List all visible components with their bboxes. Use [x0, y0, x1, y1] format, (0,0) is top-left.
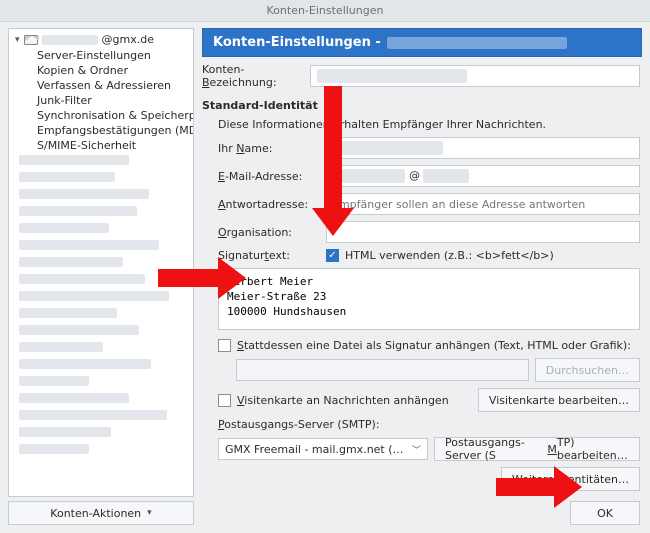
panel-title: Konten-Einstellungen - [213, 35, 381, 50]
row-reply-to: Antwortadresse: [202, 193, 640, 215]
account-name-redacted [42, 35, 98, 45]
sidebar-item-redacted [9, 289, 193, 306]
account-actions-label: Konten-Aktionen [50, 507, 141, 520]
account-actions-button[interactable]: Konten-Aktionen ▾ [8, 501, 194, 525]
edit-vcard-button[interactable]: Visitenkarte bearbeiten… [478, 388, 640, 412]
label-reply-to: Antwortadresse: [218, 198, 320, 211]
sidebar-item-smime[interactable]: S/MIME-Sicherheit [9, 138, 193, 153]
sidebar-item-redacted [9, 374, 193, 391]
select-smtp[interactable]: GMX Freemail - mail.gmx.net (Stand… ﹀ [218, 438, 428, 460]
sidebar-item-redacted [9, 204, 193, 221]
account-domain: @gmx.de [102, 33, 154, 46]
chevron-down-icon: ﹀ [412, 443, 421, 456]
panel-title-redacted [387, 37, 567, 49]
sidebar-item-junk[interactable]: Junk-Filter [9, 93, 193, 108]
row-organisation: Organisation: [202, 221, 640, 243]
ok-button[interactable]: OK [570, 501, 640, 525]
email-at: @ [409, 169, 420, 182]
row-email: E-Mail-Adresse: @ [202, 165, 640, 187]
row-smtp-label: Postausgangs-Server (SMTP): [202, 418, 640, 431]
row-file-signature: Stattdessen eine Datei als Signatur anhä… [202, 339, 640, 352]
row-account-name: Konten-Bezeichnung: [202, 63, 640, 89]
sidebar-item-redacted [9, 357, 193, 374]
sidebar-item-redacted [9, 170, 193, 187]
sidebar-item-redacted [9, 221, 193, 238]
label-vcard: Visitenkarte an Nachrichten anhängen [237, 394, 449, 407]
sidebar-item-compose[interactable]: Verfassen & Adressieren [9, 78, 193, 93]
row-signature-text: Signaturtext: ✓ HTML verwenden (z.B.: <b… [202, 249, 640, 262]
input-email[interactable]: @ [326, 165, 640, 187]
sidebar-item-redacted [9, 391, 193, 408]
checkbox-html-box[interactable]: ✓ [326, 249, 339, 262]
row-more-identities: Weitere Identitäten… [202, 467, 640, 491]
mail-icon [24, 35, 38, 45]
sidebar-item-redacted [9, 323, 193, 340]
browse-button: Durchsuchen… [535, 358, 640, 382]
checkbox-file-signature[interactable] [218, 339, 231, 352]
more-identities-button[interactable]: Weitere Identitäten… [501, 467, 640, 491]
window-body: ▾ @gmx.de Server-Einstellungen Kopien & … [0, 22, 650, 533]
row-smtp: GMX Freemail - mail.gmx.net (Stand… ﹀ Po… [202, 437, 640, 461]
sidebar-item-redacted [9, 442, 193, 459]
accounts-tree[interactable]: ▾ @gmx.de Server-Einstellungen Kopien & … [8, 28, 194, 497]
row-signature-area [202, 268, 640, 333]
label-smtp: Postausgangs-Server (SMTP): [218, 418, 380, 431]
window-title: Konten-Einstellungen [0, 0, 650, 22]
account-form: Konten-Bezeichnung: Standard-Identität D… [202, 63, 642, 525]
account-row[interactable]: ▾ @gmx.de [9, 31, 193, 48]
sidebar-item-server[interactable]: Server-Einstellungen [9, 48, 193, 63]
label-signature-text: Signaturtext: [218, 249, 320, 262]
label-email: E-Mail-Adresse: [218, 170, 320, 183]
sidebar-item-sync[interactable]: Synchronisation & Speicherplatz [9, 108, 193, 123]
settings-window: Konten-Einstellungen ▾ @gmx.de Server-Ei… [0, 0, 650, 507]
label-account-name: Konten-Bezeichnung: [202, 63, 304, 89]
row-vcard: Visitenkarte an Nachrichten anhängen Vis… [202, 388, 640, 412]
input-account-name[interactable] [310, 65, 640, 87]
sidebar-item-redacted [9, 255, 193, 272]
sidebar-item-redacted [9, 425, 193, 442]
checkbox-vcard-box[interactable] [218, 394, 231, 407]
sidebar-item-redacted [9, 187, 193, 204]
row-your-name: Ihr Name: [202, 137, 640, 159]
edit-smtp-button[interactable]: Postausgangs-Server (SMTP) bearbeiten… [434, 437, 640, 461]
sidebar-item-receipts[interactable]: Empfangsbestätigungen (MDN) [9, 123, 193, 138]
textarea-signature[interactable] [218, 268, 640, 330]
section-standard-identity-sub: Diese Informationen erhalten Empfänger I… [202, 118, 640, 131]
input-organisation[interactable] [326, 221, 640, 243]
sidebar-item-redacted [9, 340, 193, 357]
row-file-path: Durchsuchen… [202, 358, 640, 382]
checkbox-html-label: HTML verwenden (z.B.: <b>fett</b>) [345, 249, 554, 262]
sidebar-item-redacted [9, 306, 193, 323]
input-file-path [236, 359, 529, 381]
twisty-icon[interactable]: ▾ [15, 35, 20, 45]
checkbox-html[interactable]: ✓ HTML verwenden (z.B.: <b>fett</b>) [326, 249, 554, 262]
label-your-name: Ihr Name: [218, 142, 320, 155]
chevron-down-icon: ▾ [147, 508, 152, 518]
label-organisation: Organisation: [218, 226, 320, 239]
main-panel: Konten-Einstellungen - Konten-Bezeichnun… [202, 28, 642, 525]
checkbox-vcard[interactable]: Visitenkarte an Nachrichten anhängen [218, 394, 449, 407]
accounts-sidebar: ▾ @gmx.de Server-Einstellungen Kopien & … [8, 28, 194, 525]
sidebar-item-redacted [9, 238, 193, 255]
label-file-signature: Stattdessen eine Datei als Signatur anhä… [237, 339, 631, 352]
sidebar-item-redacted [9, 272, 193, 289]
input-your-name[interactable] [326, 137, 640, 159]
sidebar-item-redacted [9, 153, 193, 170]
input-reply-to[interactable] [326, 193, 640, 215]
sidebar-item-copies[interactable]: Kopien & Ordner [9, 63, 193, 78]
section-standard-identity: Standard-Identität [202, 99, 640, 112]
dialog-footer: OK [202, 501, 640, 525]
select-smtp-value: GMX Freemail - mail.gmx.net (Stand… [225, 443, 406, 456]
panel-header: Konten-Einstellungen - [202, 28, 642, 57]
sidebar-item-redacted [9, 408, 193, 425]
